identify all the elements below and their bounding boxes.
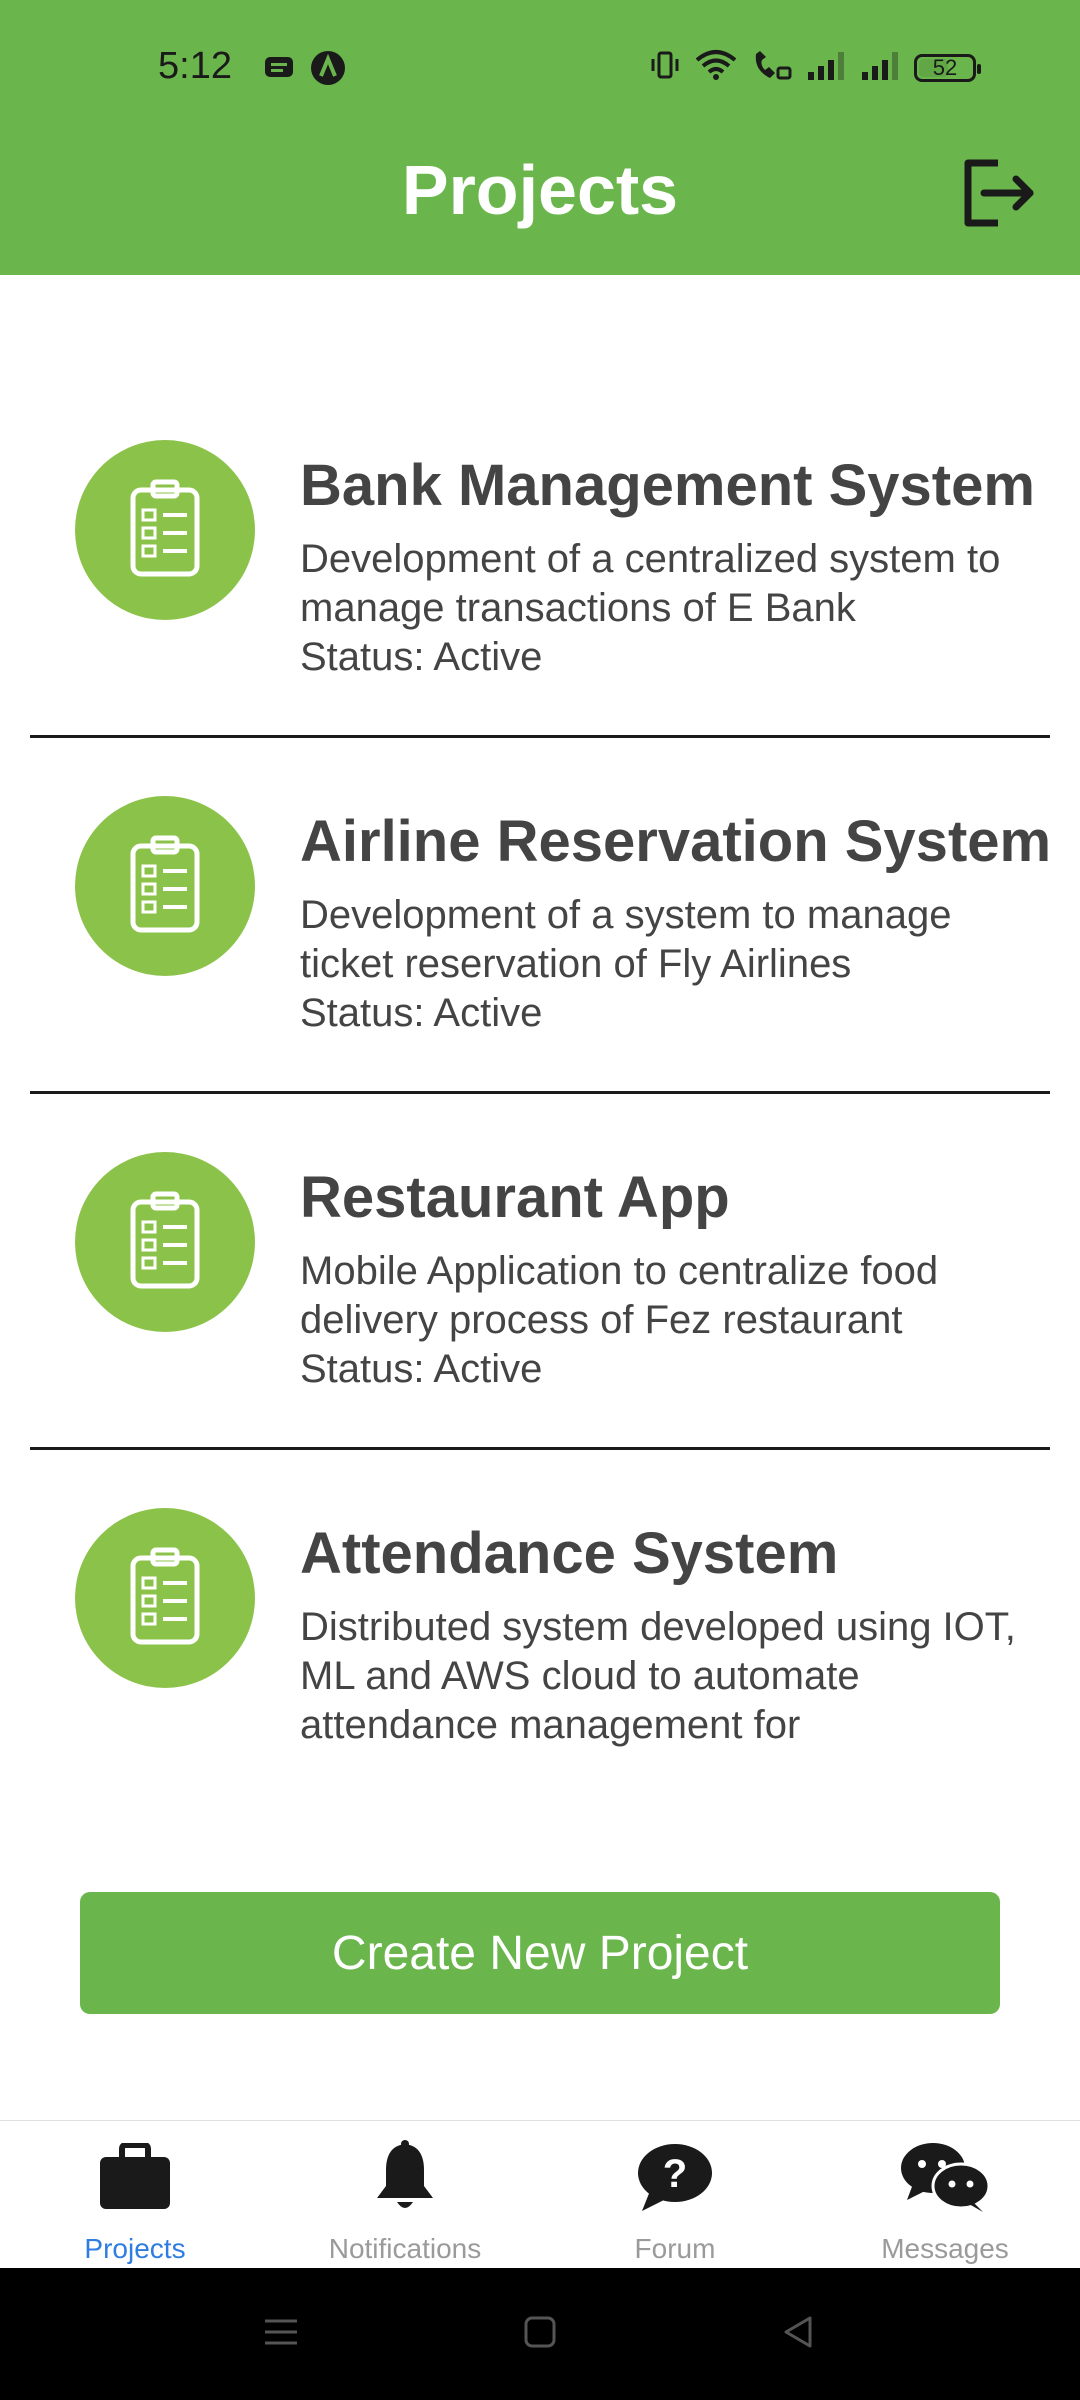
chat-icon [899, 2140, 991, 2219]
tab-messages[interactable]: Messages [810, 2121, 1080, 2269]
status-right-icons: 52 [648, 48, 981, 87]
vibrate-icon [648, 48, 682, 87]
status-bar: 5:12 52 [0, 0, 1080, 135]
battery-level: 52 [932, 54, 958, 80]
project-status: Status: Active [300, 1347, 543, 1391]
system-navigation-bar [0, 2268, 1080, 2400]
question-bubble-icon: ? [636, 2141, 714, 2218]
project-card[interactable]: Restaurant App Mobile Application to cen… [0, 1152, 1080, 1508]
project-name: Bank Management System [300, 453, 1035, 518]
project-avatar [75, 1508, 255, 1688]
status-time: 5:12 [158, 45, 232, 87]
project-list[interactable]: Bank Management System Development of a … [0, 275, 1080, 1775]
app-icon [310, 50, 346, 91]
logout-button[interactable] [955, 150, 1045, 240]
divider [30, 1447, 1050, 1450]
logout-icon [960, 157, 1040, 234]
bottom-tab-bar: Projects Notifications ? Forum Messages [0, 2120, 1080, 2269]
clipboard-checklist-icon [125, 1546, 205, 1651]
project-avatar [75, 796, 255, 976]
project-status: Status: Active [300, 991, 543, 1035]
tab-label: Messages [881, 2233, 1009, 2264]
project-card[interactable]: Airline Reservation System Development o… [0, 796, 1080, 1152]
tab-notifications[interactable]: Notifications [270, 2121, 540, 2269]
back-button[interactable] [770, 2306, 826, 2362]
project-status: Status: Active [300, 635, 543, 679]
project-description: Development of a centralized system to m… [300, 537, 1001, 630]
project-avatar [75, 440, 255, 620]
call-icon [750, 48, 794, 87]
project-name: Restaurant App [300, 1165, 730, 1230]
bell-icon [372, 2139, 438, 2219]
tab-projects[interactable]: Projects [0, 2121, 270, 2269]
project-name: Attendance System [300, 1521, 839, 1586]
project-name: Airline Reservation System [300, 809, 1052, 874]
project-avatar [75, 1152, 255, 1332]
project-description: Distributed system developed using IOT, … [300, 1605, 1016, 1747]
divider [30, 735, 1050, 738]
app-header: 5:12 52 Projects [0, 0, 1080, 275]
clipboard-checklist-icon [125, 478, 205, 583]
create-project-button[interactable]: Create New Project [80, 1892, 1000, 2014]
tab-label: Projects [84, 2233, 186, 2264]
notification-icon [262, 50, 296, 91]
signal-icon [860, 48, 902, 87]
signal-icon [806, 48, 848, 87]
menu-icon [261, 2312, 301, 2357]
project-description: Development of a system to manage ticket… [300, 893, 952, 986]
clipboard-checklist-icon [125, 834, 205, 939]
page-title: Projects [401, 151, 679, 229]
home-icon [520, 2312, 560, 2357]
project-card[interactable]: Attendance System Distributed system dev… [0, 1508, 1080, 1775]
svg-text:?: ? [663, 2152, 687, 2196]
wifi-icon [694, 48, 738, 87]
tab-label: Forum [634, 2233, 716, 2264]
battery-indicator: 52 [914, 53, 981, 82]
home-button[interactable] [512, 2306, 568, 2362]
back-icon [778, 2312, 818, 2357]
tab-label: Notifications [328, 2233, 482, 2264]
project-card[interactable]: Bank Management System Development of a … [0, 440, 1080, 796]
project-description: Mobile Application to centralize food de… [300, 1249, 939, 1342]
tab-forum[interactable]: ? Forum [540, 2121, 810, 2269]
divider [30, 1091, 1050, 1094]
clipboard-checklist-icon [125, 1190, 205, 1295]
briefcase-icon [98, 2141, 172, 2216]
menu-button[interactable] [253, 2306, 309, 2362]
status-left-icons [262, 50, 346, 91]
